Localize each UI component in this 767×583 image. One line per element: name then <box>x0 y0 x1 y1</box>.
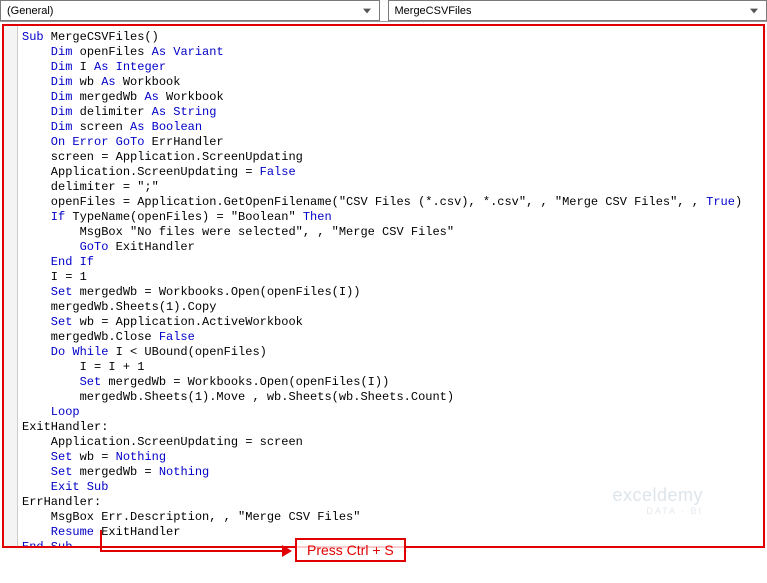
code-content[interactable]: Sub MergeCSVFiles() Dim openFiles As Var… <box>22 30 759 548</box>
code-pane[interactable]: Sub MergeCSVFiles() Dim openFiles As Var… <box>2 24 765 548</box>
object-dropdown-value: (General) <box>7 5 53 17</box>
chevron-down-icon <box>746 3 762 19</box>
dropdown-bar: (General) MergeCSVFiles <box>0 0 767 22</box>
object-dropdown[interactable]: (General) <box>0 0 380 21</box>
chevron-down-icon <box>359 3 375 19</box>
code-gutter <box>4 26 18 546</box>
procedure-dropdown-value: MergeCSVFiles <box>395 5 472 17</box>
procedure-dropdown[interactable]: MergeCSVFiles <box>388 0 767 21</box>
